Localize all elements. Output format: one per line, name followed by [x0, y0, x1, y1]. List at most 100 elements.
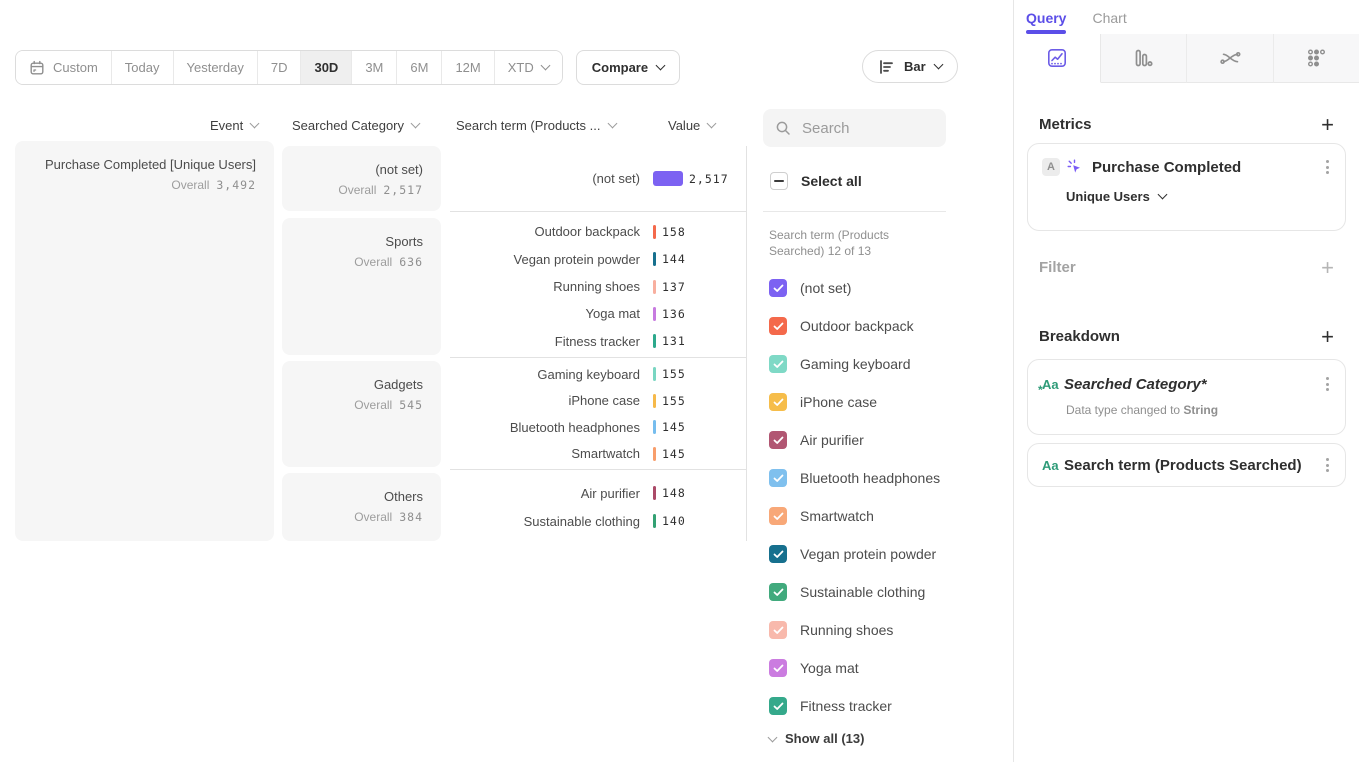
tab-funnels[interactable]: [1101, 34, 1188, 83]
chevron-down-icon: [768, 733, 778, 743]
date-range-7d[interactable]: 7D: [257, 51, 301, 84]
table-row[interactable]: Smartwatch 145: [450, 441, 746, 468]
kebab-menu-icon[interactable]: [1324, 375, 1331, 393]
table-row[interactable]: Vegan protein powder 144: [450, 245, 746, 272]
metrics-title: Metrics: [1039, 116, 1092, 133]
flows-icon: [1219, 48, 1241, 68]
show-all-button[interactable]: Show all (13): [769, 731, 864, 746]
select-all-row[interactable]: Select all: [770, 172, 862, 190]
chart-type-button[interactable]: Bar: [862, 50, 958, 83]
legend-item[interactable]: Smartwatch: [769, 497, 940, 535]
app-window: CustomTodayYesterday7D30D3M6M12MXTD Comp…: [0, 0, 1359, 762]
chart-type-label: Bar: [904, 59, 926, 74]
chevron-down-icon: [607, 119, 617, 129]
column-header-event[interactable]: Event: [210, 118, 258, 133]
legend-item[interactable]: Bluetooth headphones: [769, 459, 940, 497]
breakdown-card-search-term[interactable]: Aa Search term (Products Searched): [1027, 443, 1346, 487]
breakdown-title: Breakdown: [1039, 328, 1120, 345]
category-overall-value: 545: [399, 398, 423, 412]
legend-item[interactable]: Yoga mat: [769, 649, 940, 687]
legend-item[interactable]: Sustainable clothing: [769, 573, 940, 611]
legend-item-label: Fitness tracker: [800, 698, 892, 714]
value-bar: [653, 420, 656, 434]
legend-item[interactable]: Outdoor backpack: [769, 307, 940, 345]
search-term-label: Air purifier: [450, 486, 640, 501]
checkbox-checked[interactable]: [769, 355, 787, 373]
search-term-label: Bluetooth headphones: [450, 420, 640, 435]
search-term-label: (not set): [450, 171, 640, 186]
checkbox-checked[interactable]: [769, 583, 787, 601]
tab-chart[interactable]: Chart: [1092, 10, 1126, 34]
date-range-3m[interactable]: 3M: [351, 51, 396, 84]
breakdown-card-searched-category[interactable]: Aa Searched Category* Data type changed …: [1027, 359, 1346, 435]
date-range-yesterday[interactable]: Yesterday: [173, 51, 257, 84]
search-term-label: Fitness tracker: [450, 334, 640, 349]
legend-item-label: Smartwatch: [800, 508, 874, 524]
add-breakdown-button[interactable]: +: [1321, 329, 1334, 345]
checkbox-checked[interactable]: [769, 469, 787, 487]
tab-retention[interactable]: [1274, 34, 1359, 83]
measure-selector[interactable]: Unique Users: [1042, 189, 1331, 204]
checkbox-checked[interactable]: [769, 545, 787, 563]
checkbox-checked[interactable]: [769, 507, 787, 525]
column-header-value[interactable]: Value: [668, 118, 715, 133]
column-header-searched-category[interactable]: Searched Category: [292, 118, 419, 133]
checkbox-checked[interactable]: [769, 317, 787, 335]
add-metric-button[interactable]: +: [1321, 117, 1334, 133]
search-term-label: Running shoes: [450, 279, 640, 294]
kebab-menu-icon[interactable]: [1324, 456, 1331, 474]
insights-icon: [1047, 48, 1067, 68]
metric-card[interactable]: A Purchase Completed Unique Users: [1027, 143, 1346, 231]
legend-search-box[interactable]: [763, 109, 946, 147]
table-row[interactable]: Yoga mat 136: [450, 300, 746, 327]
table-row[interactable]: Outdoor backpack 158: [450, 218, 746, 245]
legend-item[interactable]: Gaming keyboard: [769, 345, 940, 383]
legend-item[interactable]: iPhone case: [769, 383, 940, 421]
checkbox-checked[interactable]: [769, 659, 787, 677]
date-range-30d[interactable]: 30D: [300, 51, 351, 84]
table-row[interactable]: Fitness tracker 131: [450, 328, 746, 355]
tab-insights[interactable]: [1014, 34, 1101, 83]
date-range-custom[interactable]: Custom: [16, 51, 111, 84]
legend-item[interactable]: Vegan protein powder: [769, 535, 940, 573]
table-row[interactable]: Gaming keyboard 155: [450, 361, 746, 388]
legend-item[interactable]: Fitness tracker: [769, 687, 940, 725]
checkbox-checked[interactable]: [769, 431, 787, 449]
checkbox-checked[interactable]: [769, 697, 787, 715]
table-row[interactable]: Running shoes 137: [450, 273, 746, 300]
column-header-search-term[interactable]: Search term (Products ...: [456, 118, 616, 133]
legend-item-label: Bluetooth headphones: [800, 470, 940, 486]
event-sparkle-icon: [1067, 159, 1083, 175]
checkbox-checked[interactable]: [769, 279, 787, 297]
legend-item[interactable]: (not set): [769, 269, 940, 307]
checkbox-checked[interactable]: [769, 621, 787, 639]
table-row[interactable]: Sustainable clothing 140: [450, 507, 746, 535]
legend-item-label: Outdoor backpack: [800, 318, 914, 334]
legend-item[interactable]: Air purifier: [769, 421, 940, 459]
date-range-6m[interactable]: 6M: [396, 51, 441, 84]
legend-item[interactable]: Running shoes: [769, 611, 940, 649]
chevron-down-icon: [707, 119, 717, 129]
table-row[interactable]: (not set) 2,517: [450, 165, 746, 193]
table-row[interactable]: Air purifier 148: [450, 479, 746, 507]
report-type-tabs: [1014, 34, 1359, 83]
kebab-menu-icon[interactable]: [1324, 158, 1331, 176]
date-range-12m[interactable]: 12M: [441, 51, 493, 84]
date-range-xtd[interactable]: XTD: [494, 51, 562, 84]
value-bar: [653, 171, 683, 186]
tab-flows[interactable]: [1187, 34, 1274, 83]
search-input[interactable]: [800, 119, 924, 138]
tab-query[interactable]: Query: [1026, 10, 1066, 34]
table-row[interactable]: Bluetooth headphones 145: [450, 414, 746, 441]
checkbox-checked[interactable]: [769, 393, 787, 411]
compare-button[interactable]: Compare: [576, 50, 680, 85]
table-row[interactable]: iPhone case 155: [450, 388, 746, 415]
add-filter-button[interactable]: +: [1321, 260, 1334, 276]
date-range-today[interactable]: Today: [111, 51, 173, 84]
select-all-label: Select all: [801, 173, 862, 189]
legend-item-label: Running shoes: [800, 622, 893, 638]
metric-badge: A: [1042, 158, 1060, 176]
select-all-checkbox[interactable]: [770, 172, 788, 190]
value-bar: [653, 280, 656, 294]
event-name: Purchase Completed [Unique Users]: [27, 156, 256, 174]
